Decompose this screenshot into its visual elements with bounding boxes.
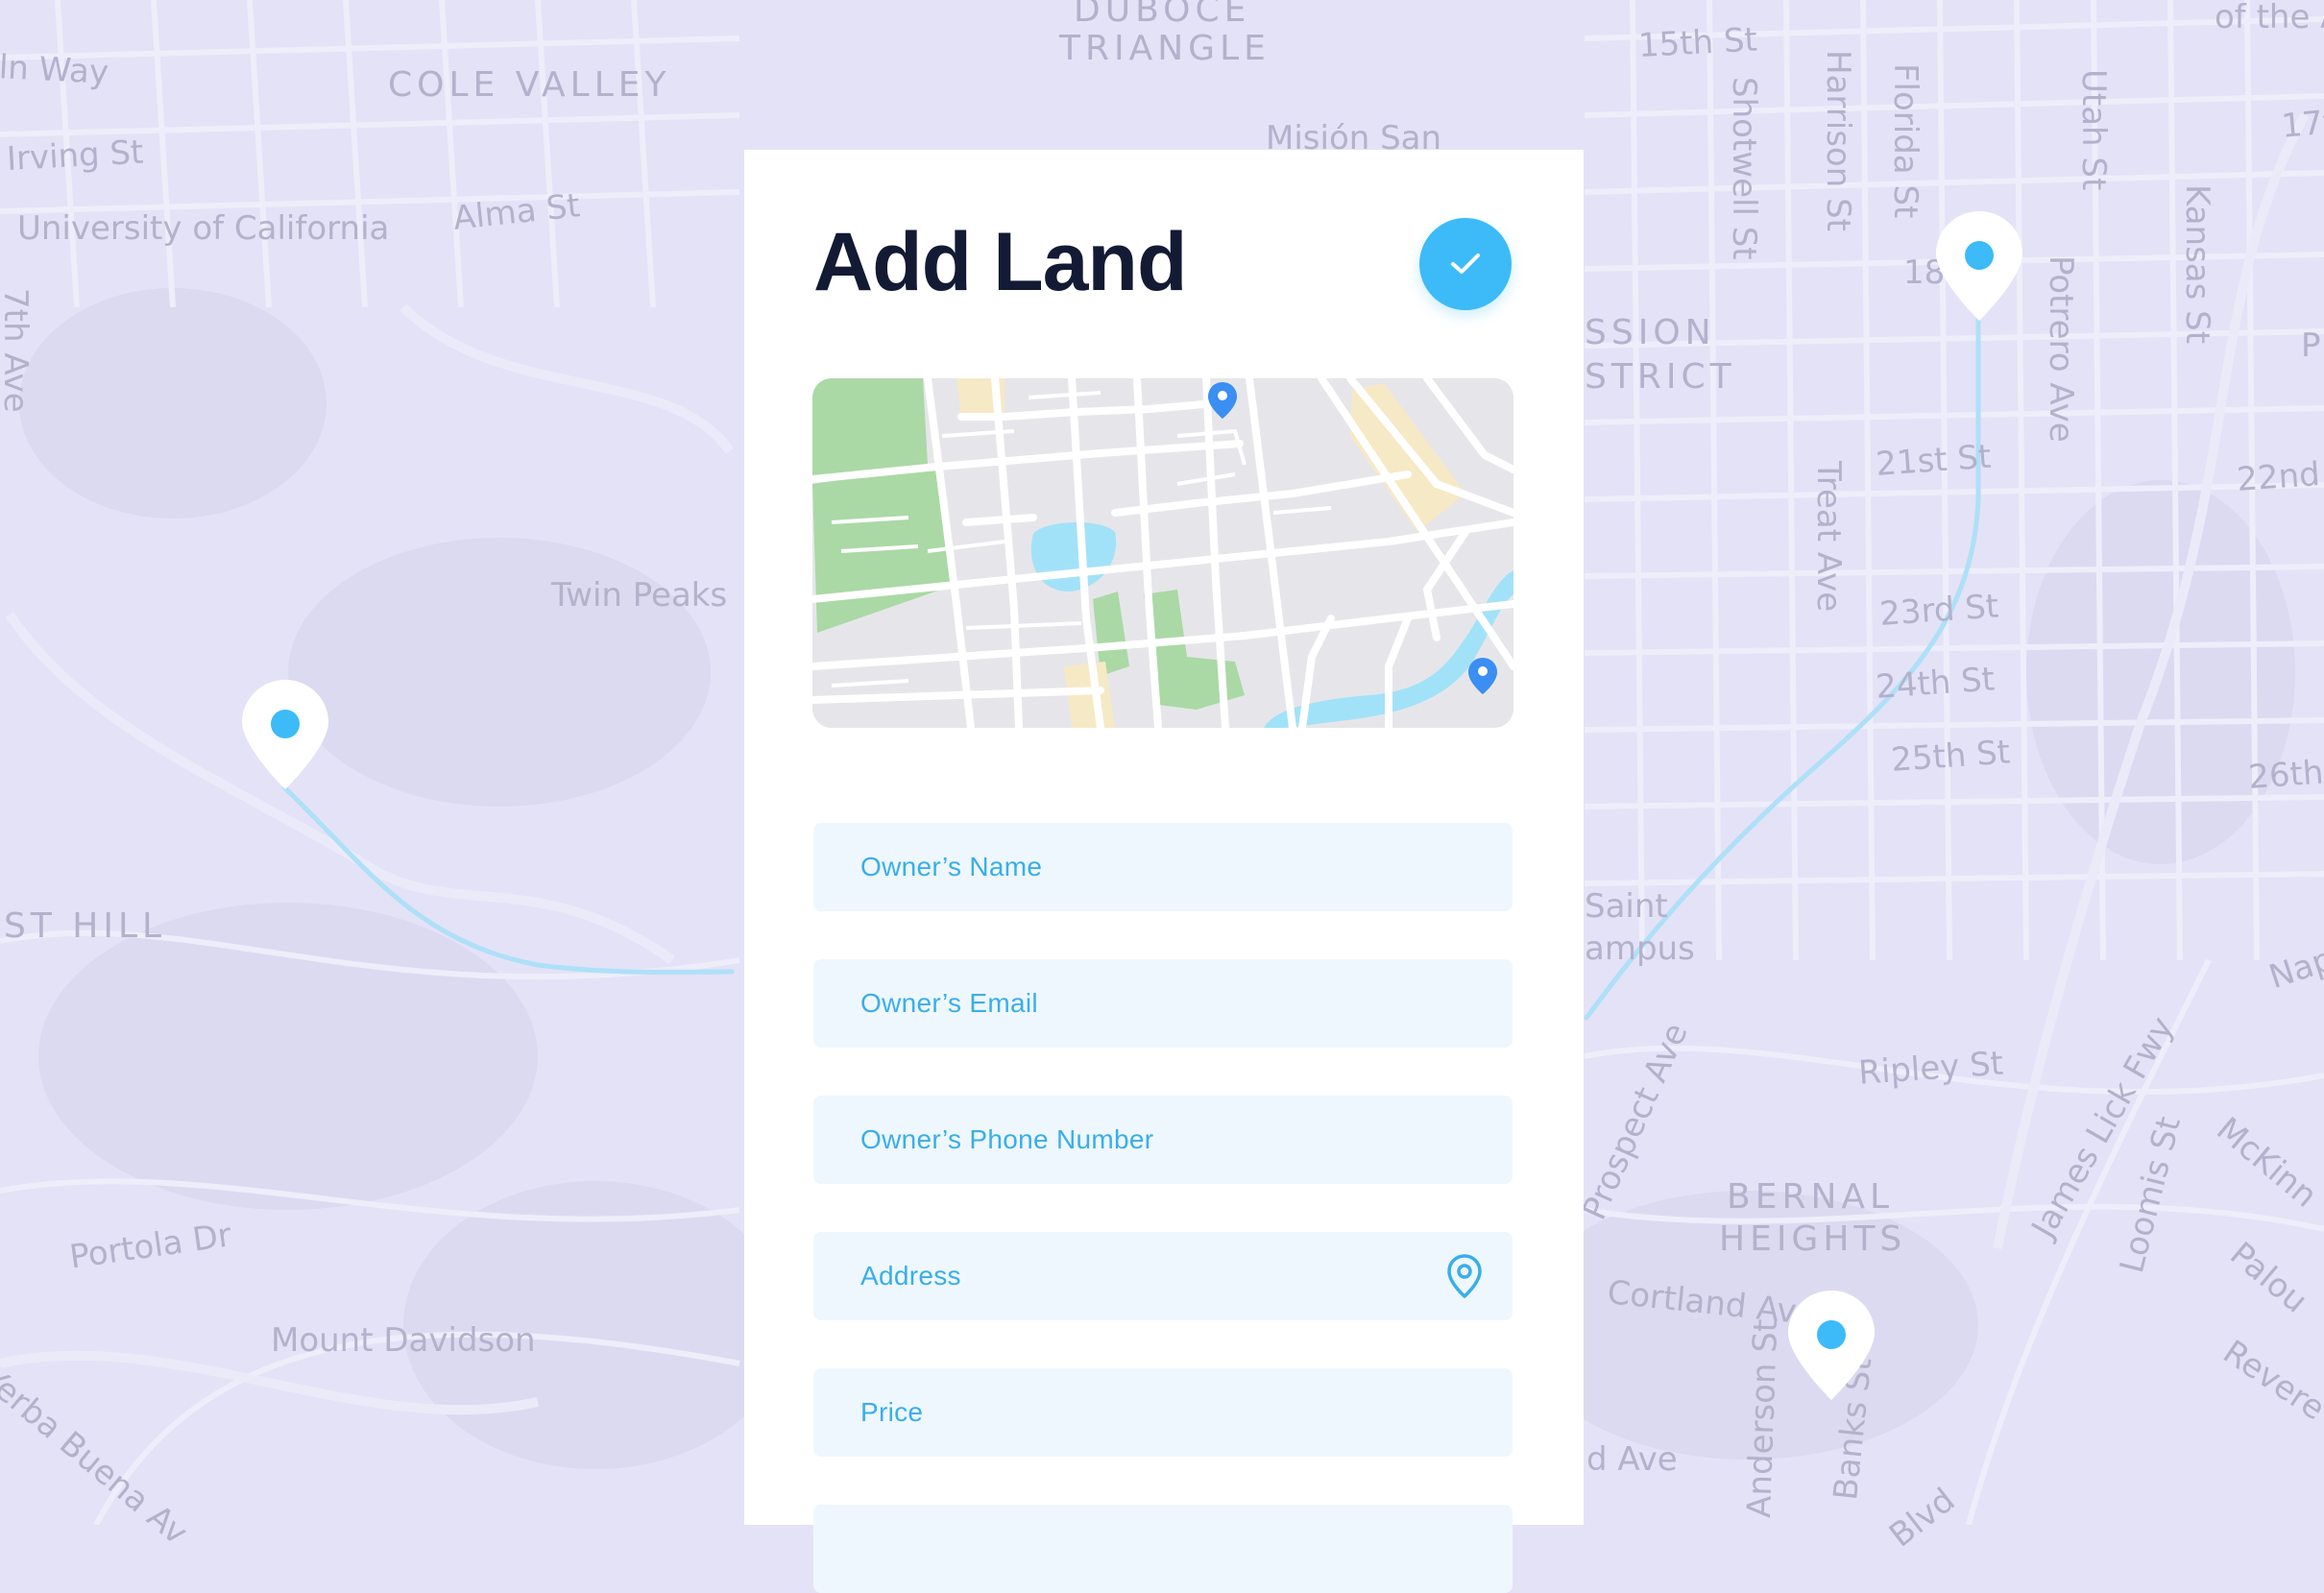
- add-land-panel: Add Land Owner’s Name Owner’s Email Owne…: [744, 150, 1584, 1593]
- map-label: Anderson St: [1740, 1318, 1786, 1519]
- map-label: University of California: [17, 209, 390, 248]
- map-label: Mount Davidson: [271, 1321, 536, 1360]
- map-label: Potrero Ave: [2042, 255, 2080, 443]
- checkmark-icon: [1451, 253, 1480, 274]
- map-label: STRICT: [1585, 357, 1736, 397]
- location-pin-outline-icon[interactable]: [1445, 1253, 1484, 1299]
- map-label: 7th Ave: [0, 288, 35, 413]
- address-field[interactable]: Address: [813, 1232, 1513, 1320]
- owner-name-placeholder: Owner’s Name: [860, 852, 1043, 881]
- map-label: DUBOCE: [1074, 0, 1251, 30]
- address-placeholder: Address: [860, 1261, 961, 1291]
- map-label: of the A: [2215, 0, 2324, 36]
- map-label: 22nd S: [2236, 453, 2324, 499]
- page-title: Add Land: [813, 216, 1187, 308]
- map-label: Kansas St: [2178, 184, 2216, 345]
- map-label: 17t: [2280, 103, 2324, 146]
- map-label: Shotwell St: [1725, 77, 1763, 260]
- map-label: Irving St: [6, 133, 145, 179]
- map-label: ln Way: [0, 48, 110, 92]
- owner-email-placeholder: Owner’s Email: [860, 988, 1038, 1018]
- map-label: ST HILL: [4, 906, 167, 946]
- map-label: BERNAL: [1727, 1177, 1895, 1217]
- map-label: Treat Ave: [1809, 461, 1848, 613]
- map-label: COLE VALLEY: [388, 65, 671, 105]
- confirm-button[interactable]: [1419, 218, 1512, 310]
- owner-phone-field[interactable]: Owner’s Phone Number: [813, 1096, 1513, 1184]
- map-label: P: [2301, 326, 2321, 365]
- map-label: 21st St: [1875, 437, 1993, 484]
- price-placeholder: Price: [860, 1397, 924, 1427]
- map-pin-icon[interactable]: [1934, 209, 2024, 323]
- map-label: SSION: [1585, 313, 1716, 352]
- next-field[interactable]: [813, 1505, 1513, 1593]
- owner-email-field[interactable]: Owner’s Email: [813, 959, 1513, 1048]
- map-label: Saint: [1585, 887, 1668, 926]
- map-label: 15th St: [1637, 20, 1758, 65]
- map-label: TRIANGLE: [1059, 29, 1271, 68]
- map-pin-icon[interactable]: [240, 678, 330, 791]
- map-label: HEIGHTS: [1719, 1219, 1907, 1259]
- map-label: 26th S: [2247, 751, 2324, 797]
- map-label: Florida St: [1886, 63, 1925, 219]
- map-label: ampus: [1585, 929, 1695, 968]
- map-label: Harrison St: [1819, 50, 1857, 231]
- map-label: Twin Peaks: [551, 576, 728, 615]
- map-label: d Ave: [1586, 1440, 1678, 1479]
- price-field[interactable]: Price: [813, 1368, 1513, 1457]
- map-pin-icon[interactable]: [1786, 1289, 1876, 1402]
- owner-phone-placeholder: Owner’s Phone Number: [860, 1124, 1154, 1154]
- map-preview[interactable]: [812, 378, 1513, 728]
- owner-name-field[interactable]: Owner’s Name: [813, 823, 1513, 911]
- map-label: Utah St: [2074, 69, 2113, 191]
